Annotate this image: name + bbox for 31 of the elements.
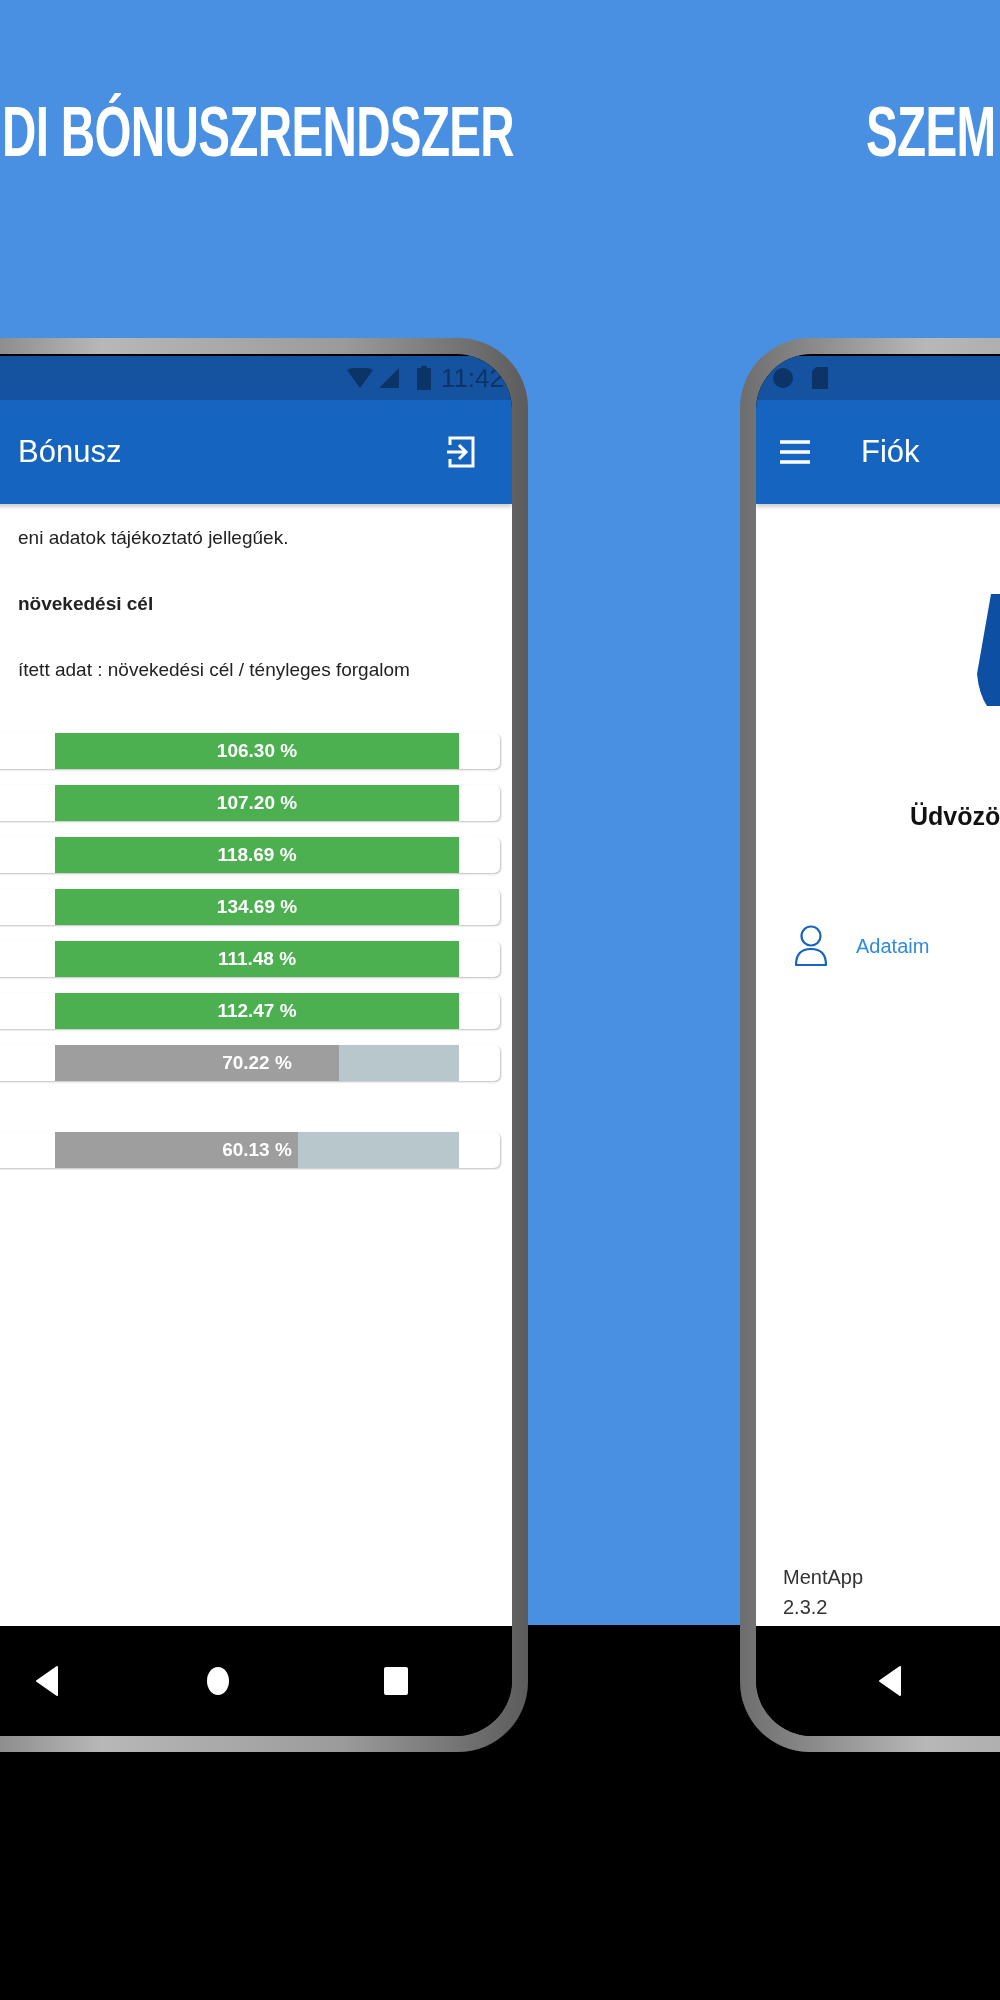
battery-icon bbox=[416, 366, 431, 390]
app-title: Bónusz bbox=[18, 434, 122, 470]
version-text: 2.3.2 bbox=[783, 1595, 829, 1620]
notice-text: eni adatok tájékoztató jellegűek. bbox=[18, 526, 290, 550]
back-icon[interactable] bbox=[36, 1666, 58, 1696]
legend-text: ített adat : növekedési cél / tényleges forgalom bbox=[18, 658, 411, 682]
progress-reading: 70.22 % bbox=[221, 1051, 293, 1075]
wifi-icon bbox=[346, 368, 373, 388]
app-title: Fiók bbox=[861, 434, 920, 470]
progress-reading: 118.69 % bbox=[216, 843, 298, 867]
progress-reading: 112.47 % bbox=[216, 999, 298, 1023]
logo-icon bbox=[977, 594, 1000, 706]
home-icon[interactable] bbox=[206, 1666, 230, 1696]
menu-item[interactable]: Adataim bbox=[794, 925, 994, 967]
headline: DI BÓNUSZRENDSZER bbox=[2, 92, 515, 172]
headline: SZEM bbox=[866, 92, 996, 172]
progress-reading: 60.13 % bbox=[221, 1138, 293, 1162]
signal-icon bbox=[378, 368, 399, 388]
progress-reading: 106.30 % bbox=[215, 739, 299, 763]
back-icon[interactable] bbox=[879, 1666, 901, 1696]
progress-reading: 107.20 % bbox=[215, 791, 299, 815]
greeting-text: Üdvözö bbox=[910, 802, 1000, 831]
section-title: növekedési cél bbox=[18, 592, 155, 616]
progress-reading: 134.69 % bbox=[215, 895, 299, 919]
circle-icon bbox=[772, 367, 794, 389]
sd-card-icon bbox=[812, 367, 828, 389]
app-name: MentApp bbox=[783, 1565, 865, 1590]
logout-icon[interactable] bbox=[446, 435, 476, 469]
progress-reading: 111.48 % bbox=[216, 947, 298, 971]
menu-icon[interactable] bbox=[780, 440, 810, 464]
person-icon bbox=[794, 925, 828, 967]
